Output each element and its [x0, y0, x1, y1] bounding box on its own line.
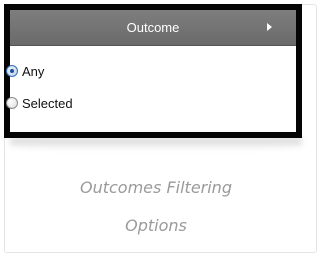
- radio-any[interactable]: [6, 65, 18, 77]
- caption-line-2: Options: [125, 216, 187, 235]
- outcome-filter-panel: Outcome: [4, 4, 302, 138]
- option-any-label: Any: [22, 63, 45, 79]
- panel-title: Outcome: [126, 20, 180, 35]
- caption-line-1: Outcomes Filtering: [80, 178, 232, 197]
- chevron-right-icon[interactable]: [267, 23, 272, 31]
- panel-header[interactable]: Outcome: [10, 10, 296, 46]
- option-selected[interactable]: Selected: [6, 94, 73, 112]
- radio-selected[interactable]: [6, 97, 18, 109]
- option-selected-label: Selected: [22, 95, 73, 111]
- option-any[interactable]: Any: [6, 62, 44, 80]
- frame-shadow: [10, 138, 302, 150]
